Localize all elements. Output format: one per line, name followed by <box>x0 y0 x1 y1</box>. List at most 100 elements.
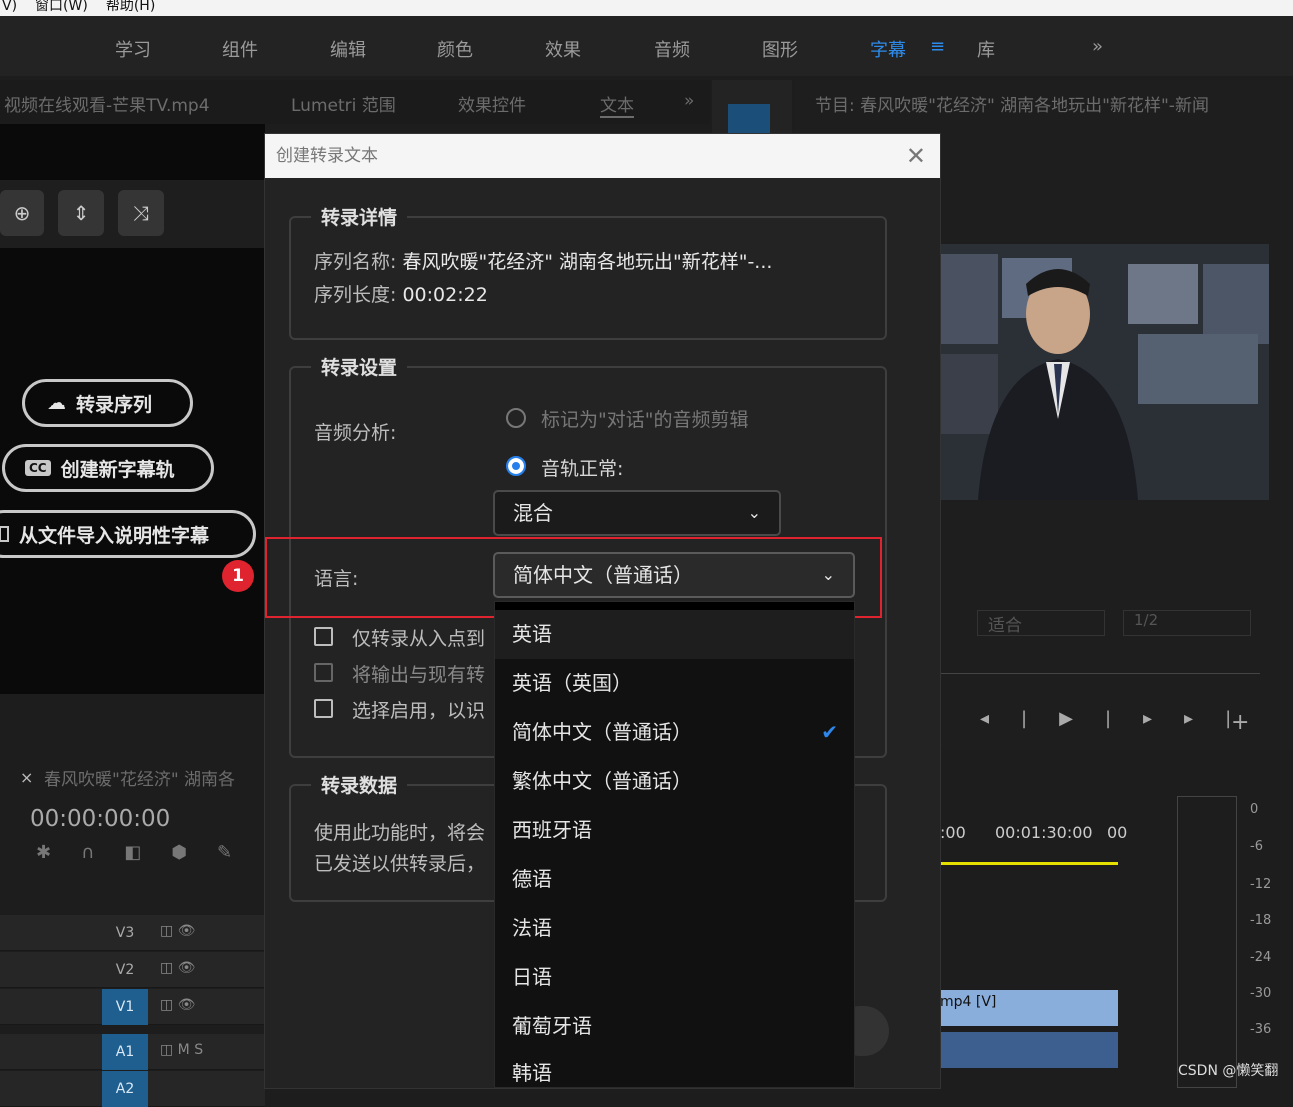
checkmark-icon: ✔ <box>821 720 838 744</box>
cc-icon: CC <box>25 460 51 476</box>
option-english[interactable]: 英语 <box>495 610 854 659</box>
news-anchor-image <box>938 244 1269 500</box>
data-line-2: 已发送以供转录后， <box>314 853 486 875</box>
track-v2[interactable]: V2 ◫ 👁 <box>0 952 265 988</box>
option-japanese[interactable]: 日语 <box>495 953 854 1002</box>
video-clip[interactable]: mp4 [V] <box>940 990 1118 1026</box>
cloud-upload-icon: ☁ <box>47 392 66 414</box>
time-ruler[interactable] <box>940 666 1260 674</box>
radio-audio-track[interactable] <box>506 456 526 476</box>
transcript-details-group: 转录详情 序列名称: 春风吹暖"花经济" 湖南各地玩出"新花样"-... 序列长… <box>289 203 887 340</box>
track-a2[interactable]: A2 <box>0 1071 265 1107</box>
track-select[interactable]: 混合 ⌄ <box>493 490 781 536</box>
checkbox-merge-label: 将输出与现有转 <box>352 664 486 686</box>
workspace-overflow-icon[interactable]: » <box>1092 36 1103 57</box>
option-german[interactable]: 德语 <box>495 855 854 904</box>
workspace-tab-learn[interactable]: 学习 <box>115 36 151 62</box>
workspace-tab-captions[interactable]: 字幕 <box>870 36 906 62</box>
text-panel-toolbar: ⊕ ⇕ ⤨ <box>0 180 265 248</box>
meter-label: -30 <box>1250 986 1272 1001</box>
import-captions-button[interactable]: 从文件导入说明性字幕 <box>0 510 256 558</box>
workspace-tab-audio[interactable]: 音频 <box>654 36 690 62</box>
option-english-uk[interactable]: 英语（英国） <box>495 659 854 708</box>
meter-label: -18 <box>1250 913 1272 928</box>
tab-source-clip[interactable]: 视频在线观看-芒果TV.mp4 <box>4 91 210 116</box>
audio-analysis-label: 音频分析: <box>314 422 397 444</box>
meter-label: 0 <box>1250 802 1259 817</box>
workspace-tab-color[interactable]: 颜色 <box>437 36 473 62</box>
work-area-bar[interactable] <box>940 862 1118 865</box>
timecode[interactable]: 00:00:00:00 <box>30 806 170 832</box>
details-heading: 转录详情 <box>311 203 408 230</box>
meter-bars <box>1177 796 1237 1088</box>
program-monitor-title: 节目: 春风吹暖"花经济" 湖南各地玩出"新花样"-新闻 <box>815 96 1209 116</box>
menu-bar: V) 窗口(W) 帮助(H) <box>0 0 1293 16</box>
settings-heading: 转录设置 <box>311 353 408 380</box>
ruler-label-2: 00 <box>1107 823 1128 842</box>
expand-icon[interactable]: ⇕ <box>58 190 104 236</box>
menu-item-help[interactable]: 帮助(H) <box>106 0 155 14</box>
timeline-panel: × 春风吹暖"花经济" 湖南各 00:00:00:00 ✱∩◧⬢✎ V3 ◫ 👁 … <box>0 748 265 1107</box>
source-panel-tabs: 视频在线观看-芒果TV.mp4 Lumetri 范围 效果控件 文本 » <box>0 80 710 124</box>
workspace-bar: 学习 组件 编辑 颜色 效果 音频 图形 字幕 ≡ 库 » <box>0 16 1293 76</box>
meter-label: -6 <box>1250 839 1263 854</box>
option-chinese-traditional[interactable]: 繁体中文（普通话） <box>495 757 854 806</box>
checkbox-merge-output[interactable] <box>314 663 333 682</box>
create-caption-track-button[interactable]: CC 创建新字幕轨 <box>2 444 214 492</box>
workspace-tab-libraries[interactable]: 库 <box>977 36 995 62</box>
transcribe-sequence-button[interactable]: ☁ 转录序列 <box>22 379 193 427</box>
dialog-title: 创建转录文本 <box>265 134 940 178</box>
option-spanish[interactable]: 西班牙语 <box>495 806 854 855</box>
transport-controls[interactable]: ◂|▶|▸▸| <box>980 708 1263 729</box>
meter-label: -24 <box>1250 950 1272 965</box>
step-badge: 1 <box>222 560 254 592</box>
fit-select[interactable]: 适合 <box>977 610 1105 636</box>
workspace-tab-editing[interactable]: 编辑 <box>330 36 366 62</box>
panel-overflow-icon[interactable]: » <box>684 91 694 111</box>
checkbox-speaker[interactable] <box>314 699 333 718</box>
radio-dialogue-clips[interactable] <box>506 408 526 428</box>
sequence-name: 序列名称: 春风吹暖"花经济" 湖南各地玩出"新花样"-... <box>314 251 773 273</box>
collapse-icon[interactable]: ⤨ <box>118 190 164 236</box>
ruler-label-0: :00 <box>940 823 966 842</box>
audio-clip[interactable] <box>940 1032 1118 1068</box>
data-heading: 转录数据 <box>311 771 408 798</box>
add-icon[interactable]: ⊕ <box>0 190 44 236</box>
option-french[interactable]: 法语 <box>495 904 854 953</box>
track-v1[interactable]: V1 ◫ 👁 <box>0 989 265 1025</box>
track-a1[interactable]: A1 ◫ M S <box>0 1034 265 1070</box>
timeline-tools[interactable]: ✱∩◧⬢✎ <box>36 842 262 863</box>
checkbox-in-out[interactable] <box>314 627 333 646</box>
menu-item-window[interactable]: 窗口(W) <box>35 0 88 14</box>
sequence-length: 序列长度: 00:02:22 <box>314 284 488 306</box>
close-icon[interactable]: ✕ <box>906 142 926 170</box>
file-icon <box>0 526 9 542</box>
option-korean[interactable]: 韩语 <box>495 1049 854 1087</box>
workspace-tab-effects[interactable]: 效果 <box>545 36 581 62</box>
tab-text[interactable]: 文本 <box>600 91 634 118</box>
audio-meter: 0 -6 -12 -18 -24 -30 -36 <box>1160 750 1293 1088</box>
ruler-label-1: 00:01:30:00 <box>995 823 1093 842</box>
resolution-select[interactable]: 1/2 <box>1123 610 1251 636</box>
checkbox-speaker-label: 选择启用，以识 <box>352 700 486 722</box>
language-dropdown-list: 英语 英语（英国） 简体中文（普通话） ✔ 繁体中文（普通话） 西班牙语 德语 法… <box>494 601 855 1088</box>
sequence-tab[interactable]: 春风吹暖"花经济" 湖南各 <box>44 765 235 790</box>
radio-track-label: 音轨正常: <box>541 458 624 480</box>
workspace-menu-icon[interactable]: ≡ <box>930 36 945 57</box>
watermark: CSDN @懒笑翻 <box>1178 1063 1279 1079</box>
workspace-tab-graphics[interactable]: 图形 <box>762 36 798 62</box>
workspace-tab-assembly[interactable]: 组件 <box>222 36 258 62</box>
tab-effect-controls[interactable]: 效果控件 <box>458 91 526 116</box>
track-v3[interactable]: V3 ◫ 👁 <box>0 915 265 951</box>
close-sequence-icon[interactable]: × <box>20 768 33 787</box>
add-button-icon[interactable]: + <box>1231 710 1249 735</box>
program-video-frame <box>938 244 1269 500</box>
tab-lumetri-scopes[interactable]: Lumetri 范围 <box>291 91 396 116</box>
checkbox-in-out-label: 仅转录从入点到 <box>352 628 486 650</box>
menu-item-view[interactable]: V) <box>2 0 17 14</box>
data-line-1: 使用此功能时，将会 <box>314 822 486 844</box>
radio-dialogue-label: 标记为"对话"的音频剪辑 <box>541 409 749 431</box>
option-chinese-simplified[interactable]: 简体中文（普通话） ✔ <box>495 708 854 757</box>
option-portuguese[interactable]: 葡萄牙语 <box>495 1002 854 1051</box>
chevron-down-icon: ⌄ <box>747 503 761 522</box>
